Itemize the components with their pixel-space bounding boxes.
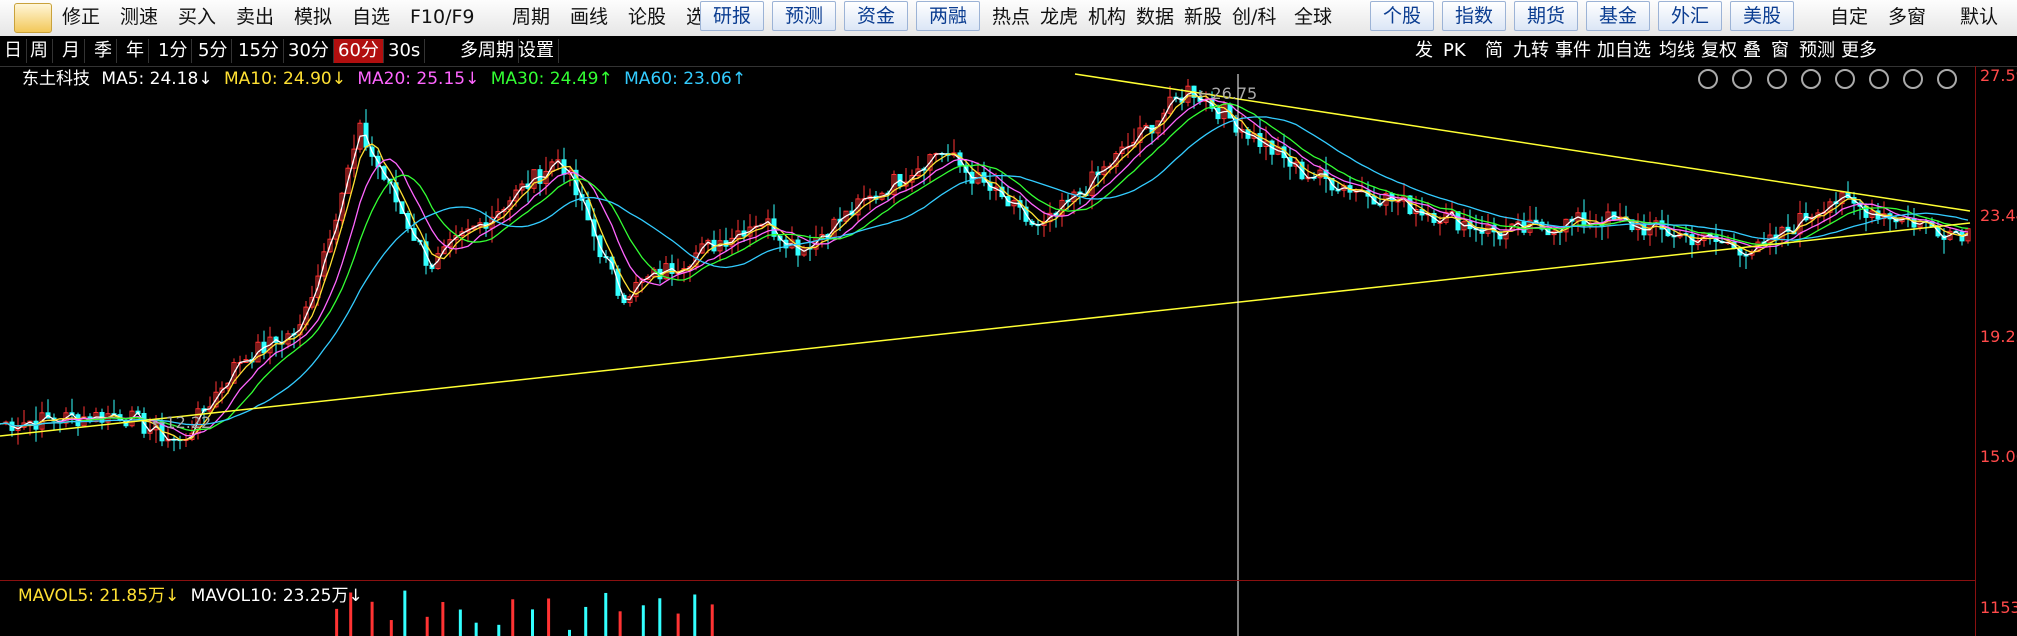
toolbar-item[interactable]: 多窗: [1888, 3, 1926, 31]
toolbar-blue-button[interactable]: 资金: [844, 1, 908, 31]
chart-option[interactable]: 加自选: [1597, 39, 1651, 63]
volume-bar: [335, 608, 339, 636]
period-tab[interactable]: 年: [122, 39, 149, 63]
period-tab[interactable]: 设置: [514, 39, 559, 63]
toolbar-item[interactable]: 自定: [1830, 3, 1868, 31]
toolbar-item[interactable]: 修正: [62, 3, 100, 31]
volume-bar: [547, 598, 551, 636]
volume-bar: [676, 613, 680, 636]
volume-bar: [403, 590, 407, 636]
period-tab[interactable]: 30分: [284, 39, 334, 63]
toolbar-blue-button[interactable]: 指数: [1442, 1, 1506, 31]
volume-bar: [641, 605, 645, 636]
chart-option[interactable]: 窗: [1771, 39, 1789, 63]
volume-bar: [458, 609, 462, 636]
period-tab[interactable]: 1分: [154, 39, 193, 63]
period-tab[interactable]: 60分: [334, 39, 384, 63]
volume-bar: [530, 609, 534, 636]
toolbar-item[interactable]: 新股: [1184, 3, 1222, 31]
toolbar-item[interactable]: 测速: [120, 3, 158, 31]
toolbar-item[interactable]: 机构: [1088, 3, 1126, 31]
price-label: 15.06: [1980, 447, 2017, 466]
volume-bar: [511, 599, 515, 636]
volume-bar: [425, 616, 429, 636]
price-annotation: ←26.75: [1198, 84, 1257, 103]
price-annotation: ←12.22: [152, 413, 211, 432]
volume-bar: [474, 622, 478, 636]
toolbar-blue-button[interactable]: 个股: [1370, 1, 1434, 31]
chart-option[interactable]: 复权: [1701, 39, 1737, 63]
chart-option[interactable]: 均线: [1659, 39, 1695, 63]
chart-option[interactable]: 更多: [1841, 39, 1877, 63]
ma-line: [0, 98, 1969, 437]
volume-bar: [441, 602, 445, 636]
toolbar-item[interactable]: 买入: [178, 3, 216, 31]
toolbar-item[interactable]: 卖出: [236, 3, 274, 31]
trend-line: [0, 222, 1971, 437]
toolbar-item[interactable]: F10/F9: [410, 3, 475, 31]
toolbar-item[interactable]: 模拟: [294, 3, 332, 31]
volume-bar: [389, 620, 393, 636]
period-tab[interactable]: 多周期: [456, 39, 519, 63]
toolbar-blue-button[interactable]: 外汇: [1658, 1, 1722, 31]
toolbar-item[interactable]: 热点: [992, 3, 1030, 31]
chart-option[interactable]: PK: [1443, 39, 1466, 63]
volume-axis-label: 1153: [1980, 598, 2017, 617]
mavol10-label: MAVOL10: 23.25万↓: [190, 586, 363, 606]
period-tab[interactable]: 5分: [194, 39, 233, 63]
yellow-down-arrow-icon[interactable]: [14, 3, 52, 33]
toolbar-item[interactable]: 创/科: [1232, 3, 1276, 31]
volume-bar: [567, 629, 571, 636]
volume-bar: [584, 606, 588, 636]
price-label: 23.44: [1980, 206, 2017, 225]
volume-bar: [618, 611, 622, 636]
ma-line: [0, 91, 1969, 441]
kline-chart[interactable]: ←26.75 ←12.22: [0, 66, 1975, 636]
period-bar: 日周月季年 1分 5分 15分 30分 60分 30s 多周期 设置 发 PK 简九转 事件 加自选 均线…: [0, 36, 2017, 67]
toolbar-blue-button[interactable]: 基金: [1586, 1, 1650, 31]
toolbar-item[interactable]: 龙虎: [1040, 3, 1078, 31]
toolbar-item[interactable]: 自选: [352, 3, 390, 31]
toolbar-blue-button[interactable]: 预测: [772, 1, 836, 31]
mavol5-label: MAVOL5: 21.85万↓: [18, 586, 180, 606]
toolbar-item[interactable]: 全球: [1294, 3, 1332, 31]
toolbar-blue-button[interactable]: 期货: [1514, 1, 1578, 31]
volume-bar: [370, 601, 374, 636]
price-label: 27.59: [1980, 66, 2017, 85]
top-toolbar: 修正测速买入卖出模拟自选F10/F9周期画线论股选股研报预测资金两融热点龙虎机构…: [0, 0, 2017, 37]
chart-option[interactable]: 叠: [1743, 39, 1761, 63]
toolbar-item[interactable]: 周期: [512, 3, 550, 31]
toolbar-item[interactable]: 数据: [1136, 3, 1174, 31]
period-tab[interactable]: 月: [58, 39, 85, 63]
toolbar-blue-button[interactable]: 两融: [916, 1, 980, 31]
toolbar-item[interactable]: 论股: [628, 3, 666, 31]
volume-bar: [693, 594, 697, 636]
volume-bar: [658, 598, 662, 636]
toolbar-blue-button[interactable]: 研报: [700, 1, 764, 31]
chart-option[interactable]: 简: [1485, 39, 1503, 63]
volume-bar: [710, 604, 714, 636]
volume-legend: MAVOL5: 21.85万↓ MAVOL10: 23.25万↓: [0, 584, 363, 608]
chart-option[interactable]: 事件: [1555, 39, 1591, 63]
period-tab[interactable]: 周: [26, 39, 53, 63]
chart-option[interactable]: 九转: [1513, 39, 1549, 63]
toolbar-item[interactable]: 画线: [570, 3, 608, 31]
ma-line: [0, 95, 1969, 441]
period-tab[interactable]: 30s: [384, 39, 426, 63]
chart-option[interactable]: 预测: [1799, 39, 1835, 63]
price-axis: 27.59 23.44 19.25 15.06 1153: [1975, 66, 2017, 636]
period-tab[interactable]: 15分: [234, 39, 284, 63]
period-tab[interactable]: 季: [90, 39, 117, 63]
candlesticks: [3, 78, 1971, 452]
volume-bar: [497, 624, 501, 636]
period-tab[interactable]: 日: [0, 39, 27, 63]
price-label: 19.25: [1980, 327, 2017, 346]
panel-divider: [0, 580, 1975, 581]
volume-bar: [604, 592, 608, 636]
chart-option[interactable]: 发: [1415, 39, 1433, 63]
toolbar-item[interactable]: 默认: [1960, 3, 1998, 31]
toolbar-blue-button[interactable]: 美股: [1730, 1, 1794, 31]
